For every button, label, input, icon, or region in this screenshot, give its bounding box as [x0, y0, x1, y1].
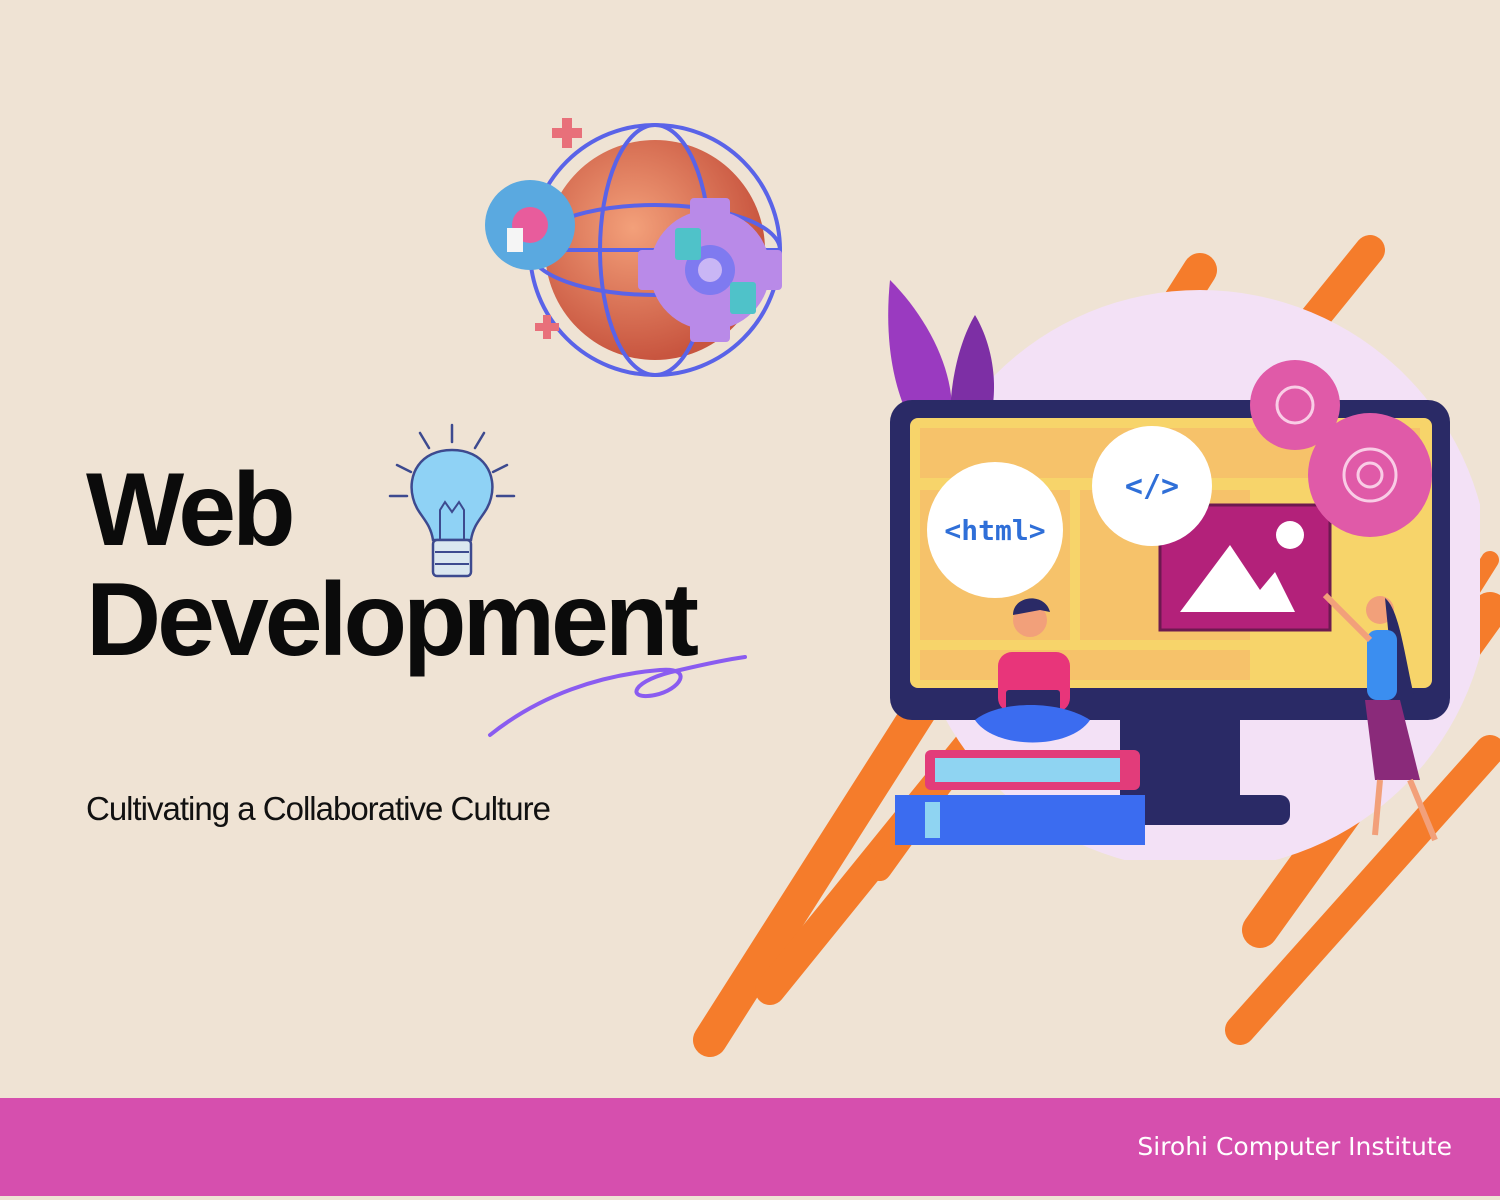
html-bubble-text: <html> — [944, 514, 1045, 547]
footer-bar: Sirohi Computer Institute — [0, 1098, 1500, 1196]
page-title: Web Development — [86, 452, 699, 675]
developer-illustration: <html> </> — [888, 280, 1480, 860]
code-bubble-text: </> — [1125, 469, 1179, 504]
subtitle: Cultivating a Collaborative Culture — [86, 790, 551, 827]
globe-gears-icon — [485, 118, 782, 377]
title-line-1: Web — [86, 452, 296, 568]
footer-institute-name: Sirohi Computer Institute — [1137, 1132, 1452, 1161]
swirl-underline — [488, 655, 747, 737]
books-icon — [895, 750, 1145, 845]
slide: Web Development Cultivating a Collaborat… — [0, 0, 1500, 1200]
